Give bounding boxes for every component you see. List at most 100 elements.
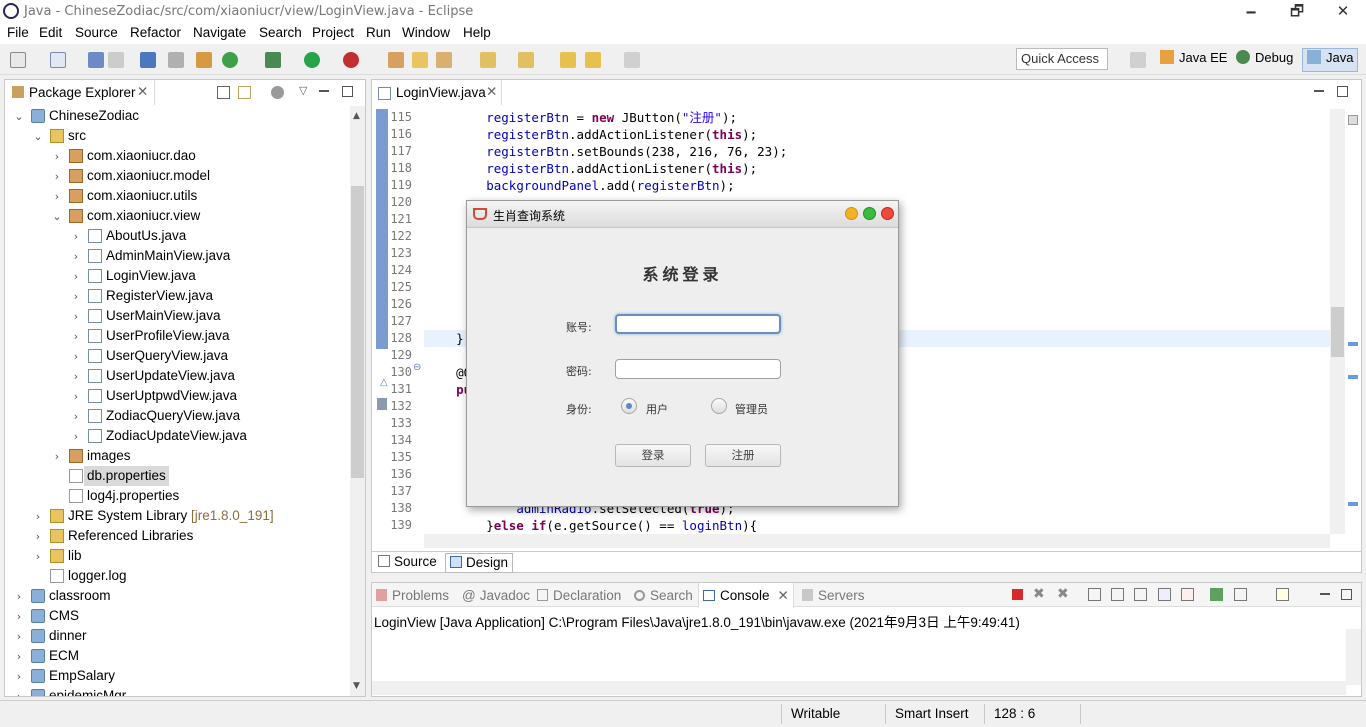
close-tab-icon[interactable]: ✕ bbox=[778, 588, 789, 603]
restore-button[interactable]: 🗗 bbox=[1274, 0, 1320, 23]
expand-arrow-icon[interactable]: › bbox=[70, 310, 82, 323]
show-error-icon[interactable] bbox=[1181, 588, 1194, 601]
maximize-editor-icon[interactable] bbox=[1337, 86, 1348, 97]
tree-row[interactable]: › UserQueryView.java bbox=[5, 346, 349, 366]
tree-row[interactable]: › UserMainView.java bbox=[5, 306, 349, 326]
tree-row[interactable]: › AboutUs.java bbox=[5, 226, 349, 246]
tree-row[interactable]: › com.xiaoniucr.dao bbox=[5, 146, 349, 166]
password-input[interactable] bbox=[615, 359, 781, 379]
prev-annotation-icon[interactable] bbox=[518, 52, 534, 68]
terminate-icon[interactable] bbox=[1012, 589, 1023, 600]
explorer-scrollbar[interactable]: ▲ ▼ bbox=[350, 106, 365, 696]
minimize-dot[interactable] bbox=[845, 207, 858, 220]
menu-refactor[interactable]: Refactor bbox=[130, 25, 181, 40]
code-line[interactable]: @O bbox=[426, 364, 471, 381]
expand-arrow-icon[interactable]: › bbox=[13, 650, 25, 663]
servers-tab[interactable]: Servers bbox=[802, 588, 865, 603]
open-console-icon[interactable] bbox=[1276, 588, 1289, 601]
tree-row[interactable]: › UserUptpwdView.java bbox=[5, 386, 349, 406]
declaration-tab[interactable]: Declaration bbox=[537, 588, 621, 603]
tree-row[interactable]: › Referenced Libraries bbox=[5, 526, 349, 546]
expand-arrow-icon[interactable]: › bbox=[51, 450, 63, 463]
code-line[interactable]: } bbox=[426, 330, 464, 347]
next-annotation-icon[interactable] bbox=[480, 52, 496, 68]
skip-breakpoints-icon[interactable] bbox=[168, 52, 184, 68]
perspective-java[interactable]: Java bbox=[1307, 50, 1353, 65]
tree-row[interactable]: › dinner bbox=[5, 626, 349, 646]
tree-row[interactable]: › AdminMainView.java bbox=[5, 246, 349, 266]
new-icon[interactable] bbox=[10, 52, 26, 68]
menu-navigate[interactable]: Navigate bbox=[193, 25, 246, 40]
close-tab-icon[interactable]: ✕ bbox=[137, 84, 148, 100]
editor-hscrollbar[interactable] bbox=[424, 534, 1330, 548]
quick-access-input[interactable]: Quick Access bbox=[1016, 48, 1108, 70]
menu-run[interactable]: Run bbox=[366, 25, 391, 40]
tree-row[interactable]: ⌄ ChineseZodiac bbox=[5, 106, 349, 126]
package-explorer-tab[interactable]: Package Explorer ✕ bbox=[5, 80, 155, 105]
tree-row[interactable]: › com.xiaoniucr.utils bbox=[5, 186, 349, 206]
minimize-button[interactable]: 🗕 bbox=[1228, 0, 1274, 23]
editor-tab-loginview[interactable]: LoginView.java ✕ bbox=[372, 80, 502, 105]
terminal-icon[interactable] bbox=[140, 52, 156, 68]
expand-arrow-icon[interactable]: › bbox=[13, 690, 25, 696]
expand-arrow-icon[interactable]: › bbox=[51, 170, 63, 183]
perspective-debug[interactable]: Debug bbox=[1236, 50, 1293, 65]
code-line[interactable]: }else if(e.getSource() == loginBtn){ bbox=[426, 517, 757, 534]
tree-row[interactable]: › UserProfileView.java bbox=[5, 326, 349, 346]
code-line[interactable]: pu bbox=[426, 381, 471, 398]
refresh-icon[interactable] bbox=[222, 52, 238, 68]
menu-window[interactable]: Window bbox=[402, 25, 450, 40]
expand-arrow-icon[interactable]: › bbox=[70, 430, 82, 443]
debug-icon[interactable] bbox=[265, 52, 281, 68]
tree-row[interactable]: logger.log bbox=[5, 566, 349, 586]
zoom-dot[interactable] bbox=[863, 207, 876, 220]
tree-row[interactable]: › UserUpdateView.java bbox=[5, 366, 349, 386]
editor-vscrollbar[interactable] bbox=[1330, 109, 1345, 534]
tree-row[interactable]: log4j.properties bbox=[5, 486, 349, 506]
expand-arrow-icon[interactable]: › bbox=[32, 550, 44, 563]
console-tab[interactable]: Console ✕ bbox=[703, 588, 789, 604]
tree-row[interactable]: › RegisterView.java bbox=[5, 286, 349, 306]
build-icon[interactable] bbox=[196, 52, 212, 68]
menu-file[interactable]: File bbox=[7, 25, 29, 40]
tree-row[interactable]: › JRE System Library [jre1.8.0_191] bbox=[5, 506, 349, 526]
maximize-console-icon[interactable] bbox=[1341, 589, 1352, 600]
code-line[interactable]: registerBtn.addActionListener(this); bbox=[426, 126, 757, 143]
explorer-scroll-thumb[interactable] bbox=[351, 186, 364, 478]
expand-arrow-icon[interactable]: › bbox=[32, 510, 44, 523]
collapse-arrow-icon[interactable]: ⌄ bbox=[51, 210, 63, 223]
expand-arrow-icon[interactable]: › bbox=[13, 670, 25, 683]
tree-row[interactable]: › com.xiaoniucr.model bbox=[5, 166, 349, 186]
expand-arrow-icon[interactable]: › bbox=[51, 190, 63, 203]
remove-launch-icon[interactable]: ✖ bbox=[1033, 586, 1045, 602]
javadoc-tab[interactable]: @ Javadoc bbox=[462, 588, 530, 603]
maximize-view-icon[interactable] bbox=[342, 86, 353, 97]
admin-radio[interactable] bbox=[711, 398, 727, 414]
tree-row[interactable]: › epidemicMgr bbox=[5, 686, 349, 696]
expand-arrow-icon[interactable]: › bbox=[13, 610, 25, 623]
register-button[interactable]: 注册 bbox=[705, 444, 781, 467]
tree-row[interactable]: › ZodiacQueryView.java bbox=[5, 406, 349, 426]
close-window-button[interactable]: ✕ bbox=[1320, 0, 1366, 23]
menu-project[interactable]: Project bbox=[312, 25, 354, 40]
open-perspective-icon[interactable] bbox=[1130, 52, 1146, 68]
search-tool-icon[interactable] bbox=[436, 52, 452, 68]
editor-scroll-thumb[interactable] bbox=[1331, 307, 1344, 357]
expand-arrow-icon[interactable]: › bbox=[70, 410, 82, 423]
pin-console-icon[interactable] bbox=[1210, 588, 1223, 601]
minimize-console-icon[interactable] bbox=[1320, 593, 1330, 595]
focus-task-icon[interactable] bbox=[271, 86, 284, 99]
expand-arrow-icon[interactable]: › bbox=[70, 230, 82, 243]
scroll-down-arrow[interactable]: ▼ bbox=[353, 681, 360, 691]
menu-source[interactable]: Source bbox=[75, 25, 118, 40]
expand-arrow-icon[interactable]: › bbox=[70, 250, 82, 263]
scroll-lock-icon[interactable] bbox=[1111, 588, 1124, 601]
code-line[interactable]: backgroundPanel.add(registerBtn); bbox=[426, 177, 734, 194]
tree-row[interactable]: › ZodiacUpdateView.java bbox=[5, 426, 349, 446]
tree-row[interactable]: › ECM bbox=[5, 646, 349, 666]
expand-arrow-icon[interactable]: › bbox=[70, 290, 82, 303]
code-line[interactable]: registerBtn.addActionListener(this); bbox=[426, 160, 757, 177]
close-tab-icon[interactable]: ✕ bbox=[486, 84, 497, 100]
new-package-icon[interactable] bbox=[388, 52, 404, 68]
word-wrap-icon[interactable] bbox=[1134, 588, 1147, 601]
